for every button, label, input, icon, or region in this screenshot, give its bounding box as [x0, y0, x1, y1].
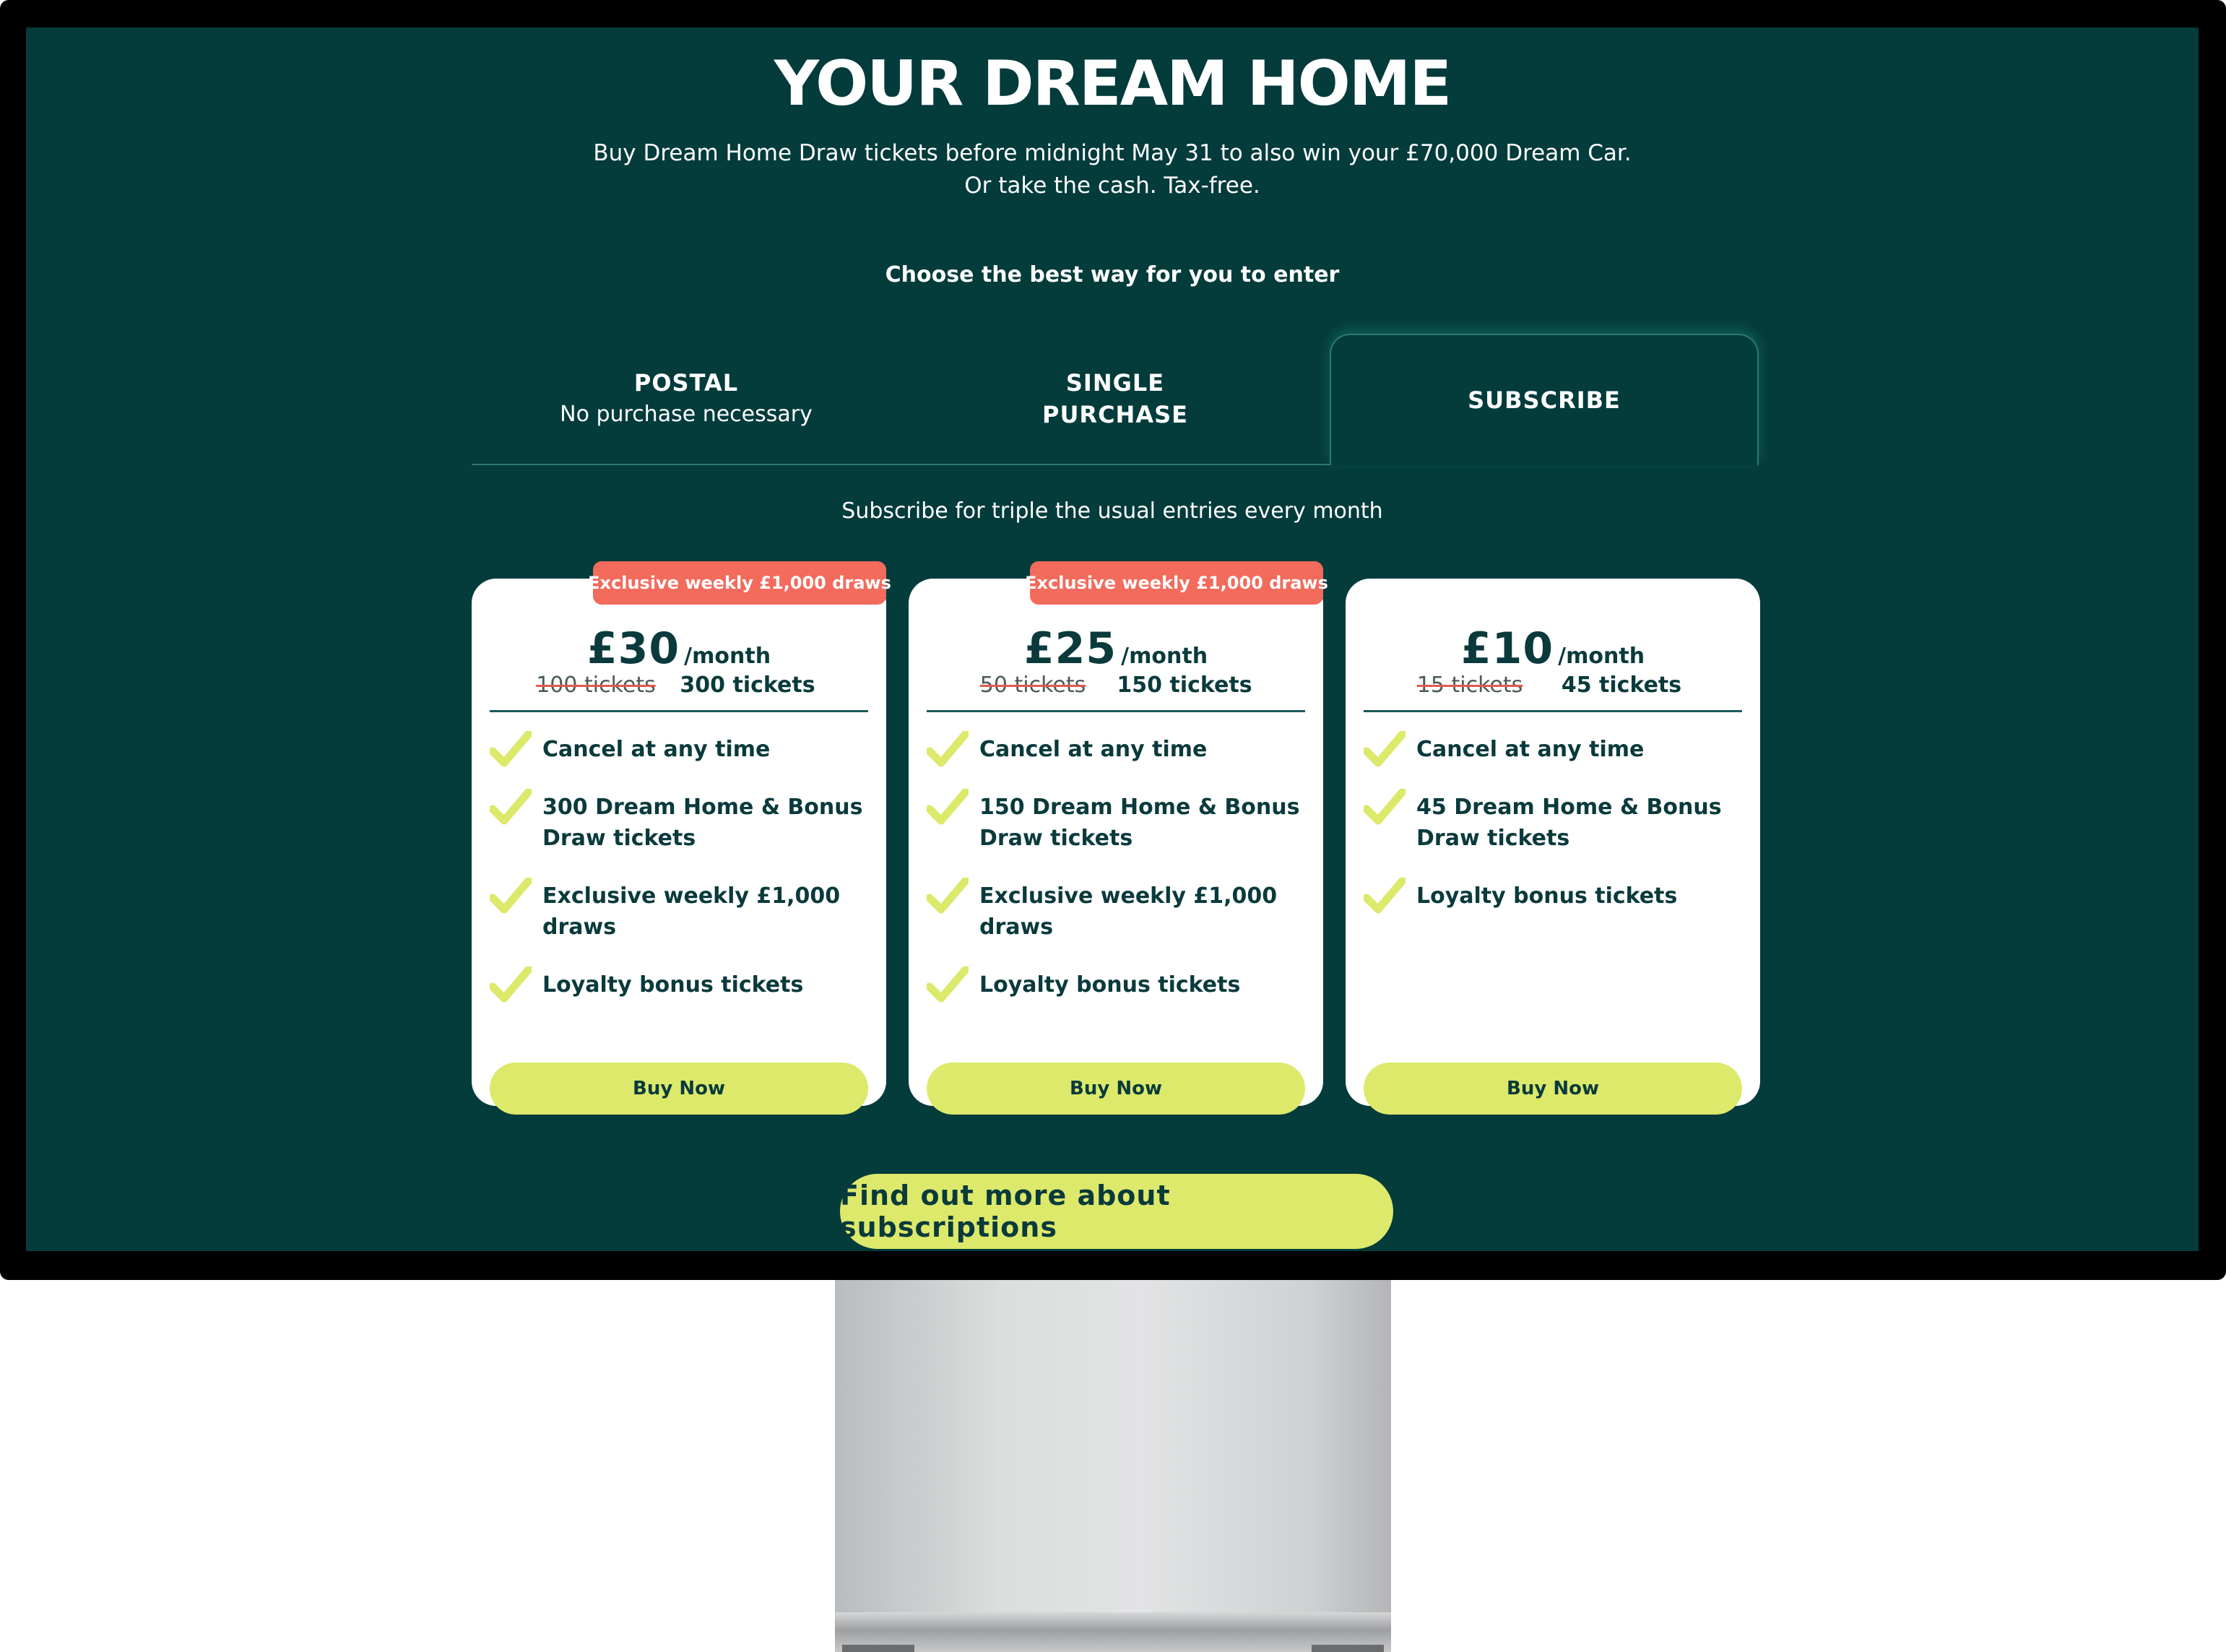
- find-out-more-button[interactable]: Find out more about subscriptions: [840, 1174, 1393, 1249]
- new-ticket-count: 300 tickets: [680, 673, 815, 698]
- checkmark-icon: [1364, 878, 1406, 914]
- feature-item: 150 Dream Home & Bonus Draw tickets: [927, 789, 1309, 881]
- price-amount: £25: [1023, 623, 1117, 674]
- monitor-bezel: YOUR DREAM HOME Buy Dream Home Draw tick…: [0, 0, 2226, 1280]
- feature-text: Loyalty bonus tickets: [542, 972, 804, 998]
- feature-item: Loyalty bonus tickets: [490, 966, 872, 1013]
- ticket-comparison: 15 tickets 45 tickets: [1364, 673, 1742, 712]
- buy-now-button[interactable]: Buy Now: [1364, 1063, 1742, 1115]
- stand-pad: [842, 1645, 914, 1652]
- plan-price: £10/month: [1346, 623, 1760, 674]
- feature-item: 45 Dream Home & Bonus Draw tickets: [1364, 789, 1746, 881]
- checkmark-icon: [1364, 789, 1406, 825]
- feature-list: Cancel at any time 45 Dream Home & Bonus…: [1364, 731, 1746, 924]
- hero-subtitle: Buy Dream Home Draw tickets before midni…: [26, 137, 2199, 202]
- monitor-stand-foot: [835, 1612, 1391, 1652]
- feature-text: 45 Dream Home & Bonus Draw tickets: [1416, 795, 1722, 851]
- hero-subtitle-line: Or take the cash. Tax-free.: [964, 173, 1260, 199]
- tab-subscribe[interactable]: SUBSCRIBE: [1330, 334, 1759, 465]
- tab-title: POSTAL: [633, 369, 739, 397]
- new-ticket-count: 150 tickets: [1117, 673, 1252, 698]
- feature-text: 300 Dream Home & Bonus Draw tickets: [542, 795, 863, 851]
- feature-item: Cancel at any time: [490, 731, 872, 792]
- plan-card: Exclusive weekly £1,000 draws £30/month …: [472, 561, 891, 1115]
- feature-text: 150 Dream Home & Bonus Draw tickets: [979, 795, 1300, 851]
- tab-postal[interactable]: POSTAL No purchase necessary: [472, 334, 901, 464]
- ticket-comparison: 100 tickets 300 tickets: [490, 673, 868, 712]
- feature-text: Loyalty bonus tickets: [979, 972, 1241, 998]
- checkmark-icon: [490, 789, 532, 825]
- feature-text: Exclusive weekly £1,000 draws: [542, 883, 841, 940]
- plan-card: Exclusive weekly £1,000 draws £25/month …: [909, 561, 1328, 1115]
- checkmark-icon: [927, 966, 969, 1003]
- checkmark-icon: [927, 731, 969, 767]
- tab-title: SUBSCRIBE: [1468, 386, 1621, 414]
- feature-item: Cancel at any time: [1364, 731, 1746, 792]
- buy-now-button[interactable]: Buy Now: [490, 1063, 868, 1115]
- feature-item: 300 Dream Home & Bonus Draw tickets: [490, 789, 872, 881]
- screen: YOUR DREAM HOME Buy Dream Home Draw tick…: [26, 27, 2199, 1251]
- page-title: YOUR DREAM HOME: [774, 48, 1452, 120]
- ticket-comparison: 50 tickets 150 tickets: [927, 673, 1305, 712]
- checkmark-icon: [927, 878, 969, 914]
- plan-price: £25/month: [909, 623, 1323, 674]
- price-amount: £30: [586, 623, 680, 674]
- plan-card: £10/month 15 tickets 45 tickets Cancel a…: [1346, 579, 1760, 1115]
- plan-badge: Exclusive weekly £1,000 draws: [1025, 561, 1328, 605]
- buy-now-button[interactable]: Buy Now: [927, 1063, 1305, 1115]
- subscribe-blurb: Subscribe for triple the usual entries e…: [841, 498, 1383, 524]
- feature-list: Cancel at any time 150 Dream Home & Bonu…: [927, 731, 1309, 1013]
- checkmark-icon: [1364, 731, 1406, 767]
- feature-item: Loyalty bonus tickets: [1364, 878, 1746, 924]
- plan-price: £30/month: [472, 623, 886, 674]
- feature-list: Cancel at any time 300 Dream Home & Bonu…: [490, 731, 872, 1013]
- monitor-stand: [835, 1280, 1391, 1612]
- checkmark-icon: [490, 878, 532, 914]
- new-ticket-count: 45 tickets: [1561, 673, 1682, 698]
- feature-item: Exclusive weekly £1,000 draws: [490, 878, 872, 969]
- checkmark-icon: [927, 789, 969, 825]
- price-period: /month: [1121, 644, 1208, 669]
- checkmark-icon: [490, 966, 532, 1003]
- tabs-divider: [472, 464, 1330, 465]
- choose-entry-label: Choose the best way for you to enter: [885, 262, 1340, 287]
- feature-text: Cancel at any time: [542, 737, 771, 762]
- plan-badge: Exclusive weekly £1,000 draws: [588, 561, 891, 605]
- feature-text: Cancel at any time: [979, 737, 1208, 762]
- feature-text: Cancel at any time: [1416, 737, 1645, 762]
- stand-pad: [1312, 1645, 1384, 1652]
- feature-text: Loyalty bonus tickets: [1416, 883, 1678, 909]
- checkmark-icon: [490, 731, 532, 767]
- feature-item: Cancel at any time: [927, 731, 1309, 792]
- hero-subtitle-line: Buy Dream Home Draw tickets before midni…: [593, 140, 1632, 166]
- tab-description: No purchase necessary: [560, 402, 813, 427]
- tab-title: SINGLE PURCHASE: [1041, 369, 1188, 428]
- price-period: /month: [1558, 644, 1645, 669]
- entry-tabs: POSTAL No purchase necessary SINGLE PURC…: [472, 334, 1759, 465]
- feature-item: Loyalty bonus tickets: [927, 966, 1309, 1013]
- feature-text: Exclusive weekly £1,000 draws: [979, 883, 1278, 940]
- tab-single-purchase[interactable]: SINGLE PURCHASE: [901, 334, 1330, 464]
- price-amount: £10: [1460, 623, 1554, 674]
- feature-item: Exclusive weekly £1,000 draws: [927, 878, 1309, 969]
- price-period: /month: [684, 644, 771, 669]
